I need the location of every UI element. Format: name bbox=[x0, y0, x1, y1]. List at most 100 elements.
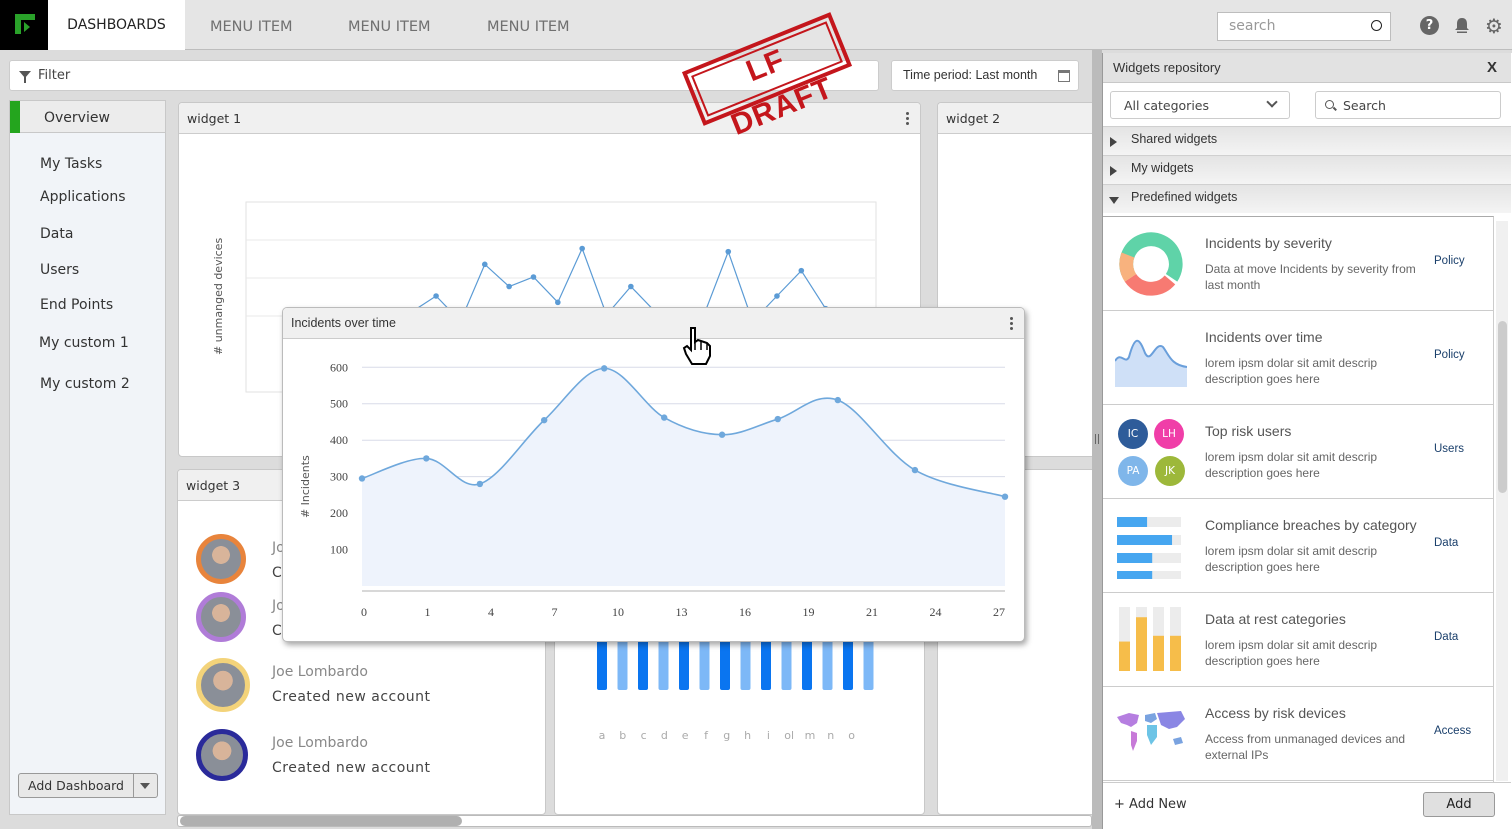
widgets-repository-panel: Widgets repository X All categories Sear… bbox=[1102, 53, 1512, 829]
avatar bbox=[196, 658, 250, 712]
widget-header[interactable]: widget 2 bbox=[938, 103, 1097, 134]
sidebar-item-data[interactable]: Data bbox=[40, 226, 73, 242]
caret-down-icon bbox=[1109, 197, 1119, 204]
chevron-down-icon bbox=[1266, 96, 1278, 108]
x-tick-label: 21 bbox=[866, 605, 878, 619]
data-point bbox=[423, 455, 430, 462]
y-tick-label: 600 bbox=[330, 360, 348, 374]
sidebar-item-my-custom-1[interactable]: My custom 1 bbox=[39, 335, 129, 351]
help-icon[interactable]: ? bbox=[1420, 16, 1439, 35]
x-tick-label: 10 bbox=[612, 605, 624, 619]
x-tick-label: 24 bbox=[930, 605, 942, 619]
x-tick-label: b bbox=[619, 729, 626, 742]
data-point bbox=[506, 283, 512, 290]
x-tick-label: d bbox=[661, 729, 668, 742]
close-icon[interactable]: X bbox=[1487, 59, 1497, 76]
panel-header: Widgets repository X bbox=[1103, 53, 1511, 83]
panel-splitter[interactable] bbox=[1092, 50, 1102, 829]
widget-item-access-by-risk-devices[interactable]: Access by risk devices Access from unman… bbox=[1103, 687, 1493, 781]
section-predefined-widgets[interactable]: Predefined widgets bbox=[1103, 184, 1511, 213]
data-point bbox=[579, 245, 585, 252]
widget-item-description: lorem ipsm dolar sit amit descrip descri… bbox=[1205, 544, 1378, 574]
avatar bbox=[196, 592, 246, 642]
activity-user: Joe Lombardo bbox=[272, 664, 368, 680]
incidents-area-chart: 100 200 300 400 500 600 0 1 4 7 10 13 16 19 21 24 27 # In… bbox=[299, 360, 1009, 619]
widget-item-data-at-rest[interactable]: Data at rest categories lorem ipsm dolar… bbox=[1103, 593, 1493, 687]
time-period-select[interactable]: Time period: Last month bbox=[891, 60, 1079, 91]
add-dashboard-button[interactable]: Add Dashboard bbox=[18, 773, 158, 798]
search-icon[interactable] bbox=[1371, 20, 1382, 31]
sidebar-item-label: Overview bbox=[44, 110, 110, 126]
widget-item-description: Access from unmanaged devices and extern… bbox=[1205, 732, 1406, 762]
y-axis-label: # Incidents bbox=[299, 455, 312, 518]
vertical-scrollbar-thumb[interactable] bbox=[1498, 321, 1507, 493]
user-bubble: LH bbox=[1154, 419, 1184, 449]
widget-item-compliance-breaches[interactable]: Compliance breaches by category lorem ip… bbox=[1103, 499, 1493, 593]
widget-item-incidents-by-severity[interactable]: Incidents by severity Data at move Incid… bbox=[1103, 217, 1493, 311]
data-point bbox=[433, 293, 439, 299]
user-bubble: IC bbox=[1118, 419, 1148, 449]
sidebar-item-applications[interactable]: Applications bbox=[40, 189, 126, 205]
data-point bbox=[530, 274, 537, 280]
calendar-icon[interactable] bbox=[1058, 70, 1070, 82]
widget-item-top-risk-users[interactable]: IC LH PA JK Top risk users lorem ipsm do… bbox=[1103, 405, 1493, 499]
menu-item-1[interactable]: MENU ITEM bbox=[210, 19, 293, 35]
activity-item[interactable]: Joe Lombardo Created new account bbox=[196, 729, 536, 781]
section-my-widgets[interactable]: My widgets bbox=[1103, 155, 1511, 184]
x-tick-label: ol bbox=[784, 729, 794, 742]
vertical-scrollbar[interactable] bbox=[1496, 221, 1508, 781]
gear-icon[interactable]: ⚙ bbox=[1484, 16, 1504, 36]
activity-item[interactable]: Joe Lombardo Created new account bbox=[196, 658, 536, 712]
donut-chart-thumbnail bbox=[1119, 232, 1183, 296]
widget-header[interactable]: Incidents over time bbox=[283, 308, 1024, 339]
data-point bbox=[1001, 493, 1009, 500]
data-point bbox=[661, 414, 668, 421]
active-indicator bbox=[10, 101, 20, 133]
tab-dashboards[interactable]: DASHBOARDS bbox=[48, 0, 185, 50]
section-label: Shared widgets bbox=[1131, 132, 1218, 146]
drag-handle-icon[interactable] bbox=[1095, 434, 1099, 444]
sidebar-item-users[interactable]: Users bbox=[40, 262, 79, 278]
add-button[interactable]: Add bbox=[1423, 792, 1495, 817]
global-search-input[interactable]: search bbox=[1217, 12, 1391, 41]
widget-item-category: Data bbox=[1434, 537, 1459, 549]
widget-search-input[interactable]: Search bbox=[1315, 91, 1501, 119]
add-new-link[interactable]: + Add New bbox=[1114, 797, 1187, 812]
world-map-thumbnail bbox=[1117, 711, 1185, 751]
widget-item-category: Access bbox=[1434, 725, 1472, 737]
data-point bbox=[798, 267, 805, 274]
activity-action: Created new account bbox=[272, 689, 431, 705]
sidebar-item-overview[interactable]: Overview bbox=[10, 101, 165, 133]
x-tick-label: a bbox=[599, 729, 606, 742]
area-chart-thumbnail bbox=[1115, 339, 1187, 387]
sidebar-item-my-custom-2[interactable]: My custom 2 bbox=[40, 376, 130, 392]
bell-icon[interactable] bbox=[1452, 16, 1472, 36]
data-point bbox=[540, 416, 548, 424]
x-tick-label: 0 bbox=[361, 605, 367, 619]
more-options-icon[interactable] bbox=[906, 112, 910, 126]
x-tick-label: 7 bbox=[552, 605, 558, 619]
logo[interactable] bbox=[0, 0, 48, 50]
sidebar-item-my-tasks[interactable]: My Tasks bbox=[40, 156, 102, 172]
sidebar-item-end-points[interactable]: End Points bbox=[40, 297, 113, 313]
dropdown-arrow-icon[interactable] bbox=[140, 783, 150, 789]
menu-item-2[interactable]: MENU ITEM bbox=[348, 19, 431, 35]
more-options-icon[interactable] bbox=[1010, 317, 1014, 331]
widget-item-title: Access by risk devices bbox=[1205, 705, 1346, 721]
section-shared-widgets[interactable]: Shared widgets bbox=[1103, 126, 1511, 155]
caret-right-icon bbox=[1110, 137, 1117, 147]
widget-item-incidents-over-time[interactable]: Incidents over time lorem ipsm dolar sit… bbox=[1103, 311, 1493, 405]
x-tick-label: n bbox=[827, 729, 834, 742]
activity-action: Created new account bbox=[272, 760, 431, 776]
vertical-bars-thumbnail bbox=[1119, 607, 1181, 671]
dragged-widget-incidents-over-time[interactable]: Incidents over time 100 200 300 400 500 600 0 1… bbox=[282, 307, 1025, 642]
users-thumbnail: IC LH PA JK bbox=[1115, 419, 1187, 486]
widget-item-title: Data at rest categories bbox=[1205, 611, 1346, 627]
horizontal-scrollbar-thumb[interactable] bbox=[180, 816, 462, 826]
widget-title: widget 2 bbox=[946, 111, 1001, 126]
menu-item-3[interactable]: MENU ITEM bbox=[487, 19, 570, 35]
widget-item-category: Data bbox=[1434, 631, 1459, 643]
category-select[interactable]: All categories bbox=[1110, 91, 1290, 119]
y-tick-label: 100 bbox=[330, 543, 348, 557]
horizontal-bars-thumbnail bbox=[1117, 517, 1181, 579]
